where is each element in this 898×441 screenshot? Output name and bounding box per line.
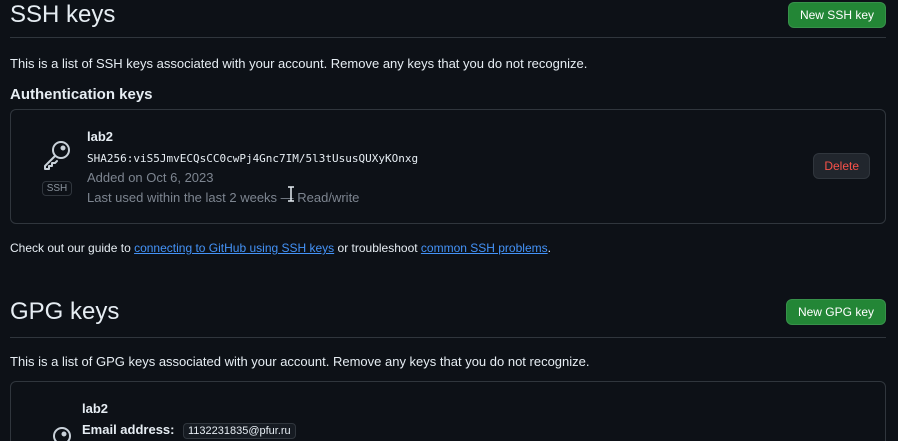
ssh-key-added-date: Added on Oct 6, 2023 (87, 170, 214, 185)
key-icon (41, 424, 75, 441)
gpg-key-name: lab2 (82, 401, 109, 416)
ssh-troubleshoot-link[interactable]: common SSH problems (421, 241, 548, 255)
new-gpg-key-button[interactable]: New GPG key (785, 299, 886, 325)
ssh-description: This is a list of SSH keys associated wi… (10, 56, 588, 71)
guide-prefix: Check out our guide to (10, 241, 135, 255)
settings-keys-page: SSH keys New SSH key This is a list of S… (0, 0, 898, 441)
ssh-key-item: SSH lab2 SHA256:viS5JmvECQsCC0cwPj4Gnc7I… (10, 109, 886, 224)
key-icon (40, 138, 74, 177)
ssh-key-icon-wrap: SSH (39, 138, 75, 196)
guide-middle: or troubleshoot (334, 241, 421, 255)
ssh-key-name: lab2 (87, 129, 114, 144)
ssh-connecting-guide-link[interactable]: connecting to GitHub using SSH keys (134, 241, 334, 255)
text-cursor-icon (287, 186, 295, 207)
ssh-section-header: SSH keys New SSH key (10, 1, 886, 29)
delete-ssh-key-button[interactable]: Delete (813, 153, 870, 179)
gpg-section-header: GPG keys New GPG key (10, 298, 886, 326)
ssh-section-title: SSH keys (10, 1, 116, 28)
gpg-email-row: Email address: 1132231835@pfur.ru (82, 421, 296, 439)
ssh-key-fingerprint: SHA256:viS5JmvECQsCC0cwPj4Gnc7IM/5l3tUsu… (87, 152, 419, 165)
guide-suffix: . (547, 241, 551, 255)
gpg-section-title: GPG keys (10, 298, 120, 325)
authentication-keys-heading: Authentication keys (10, 86, 153, 103)
new-ssh-key-button[interactable]: New SSH key (787, 2, 886, 28)
ssh-guide-text: Check out our guide to connecting to Git… (10, 241, 551, 255)
gpg-email-value: 1132231835@pfur.ru (182, 423, 296, 439)
gpg-key-item: lab2 Email address: 1132231835@pfur.ru (10, 381, 886, 441)
ssh-divider (10, 37, 886, 38)
gpg-description: This is a list of GPG keys associated wi… (10, 354, 590, 369)
ssh-key-last-used: Last used within the last 2 weeks — Read… (87, 190, 360, 205)
gpg-email-label: Email address: (82, 422, 175, 437)
ssh-type-badge: SSH (41, 181, 73, 196)
gpg-divider (10, 337, 886, 338)
